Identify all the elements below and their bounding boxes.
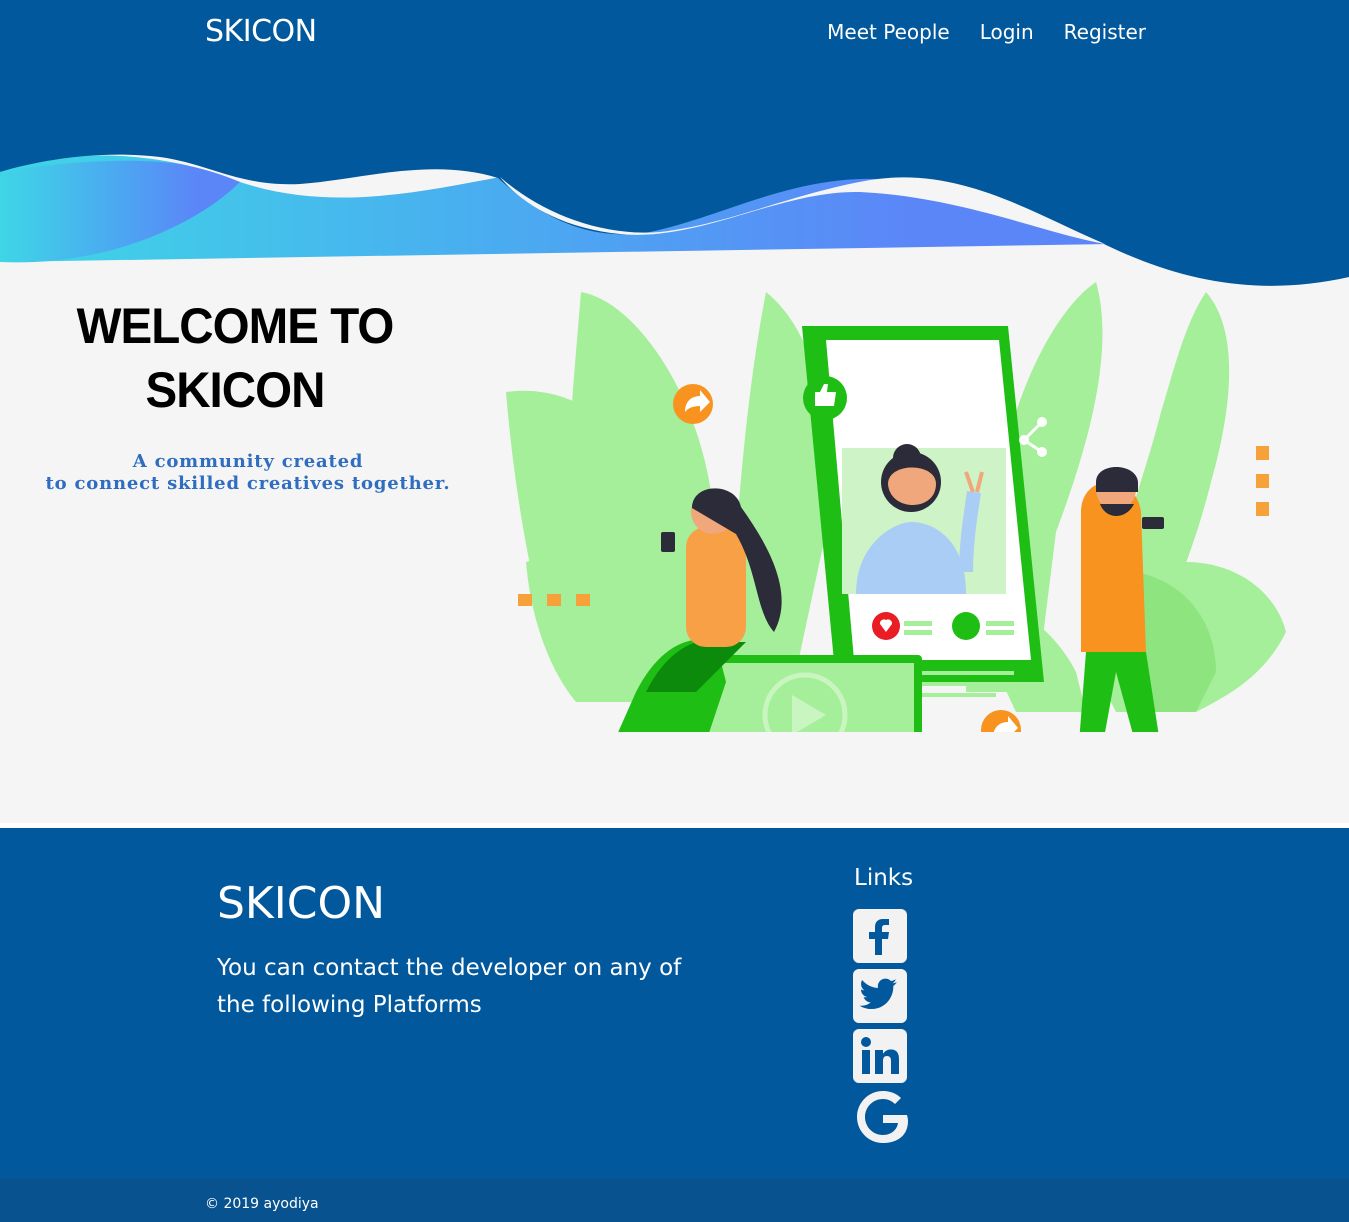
hero-tagline-line1: A community created — [132, 451, 364, 472]
nav-link-login[interactable]: Login — [980, 20, 1034, 44]
footer: SKICON You can contact the developer on … — [0, 828, 1349, 1222]
orange-square — [518, 594, 532, 606]
hero-tagline: A community created to connect skilled c… — [0, 451, 496, 495]
copyright-text: © 2019 ayodiya — [205, 1196, 319, 1212]
footer-links-title: Links — [854, 865, 914, 891]
hero-section: WELCOME TO SKICON A community created to… — [0, 72, 1349, 823]
hero-tagline-line2: to connect skilled creatives together. — [45, 473, 451, 494]
linkedin-icon[interactable] — [853, 1029, 907, 1083]
twitter-icon[interactable] — [853, 969, 907, 1023]
google-icon[interactable] — [853, 1087, 908, 1143]
orange-square — [1256, 502, 1269, 516]
footer-brand: SKICON — [217, 878, 386, 929]
hero-title-line2: SKICON — [145, 362, 325, 418]
orange-square — [547, 594, 561, 606]
nav-link-register[interactable]: Register — [1064, 20, 1146, 44]
hero-title: WELCOME TO SKICON — [12, 294, 459, 422]
footer-text: You can contact the developer on any of … — [217, 955, 682, 1018]
navbar: SKICON Meet People Login Register — [0, 0, 1349, 72]
navbar-brand[interactable]: SKICON — [205, 14, 317, 49]
nav-links: Meet People Login Register — [827, 20, 1146, 44]
copyright-bar: © 2019 ayodiya — [0, 1178, 1349, 1222]
nav-link-meet-people[interactable]: Meet People — [827, 20, 950, 44]
orange-square — [1256, 474, 1269, 488]
orange-square — [576, 594, 590, 606]
hero-title-line1: WELCOME TO — [76, 298, 395, 354]
hero-wave — [0, 72, 1349, 302]
facebook-icon[interactable] — [853, 909, 907, 963]
orange-square — [1256, 446, 1269, 460]
hero-illustration — [506, 282, 1286, 732]
